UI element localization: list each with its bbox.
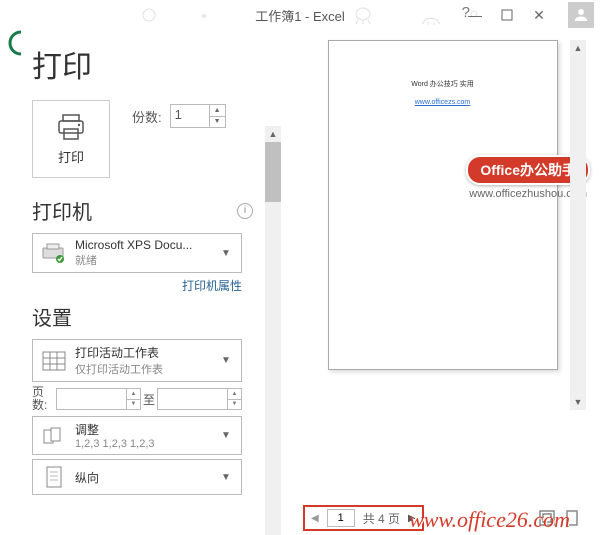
scroll-thumb[interactable] xyxy=(265,142,281,202)
pages-to-label: 至 xyxy=(143,391,155,408)
collate-dropdown[interactable]: 调整 1,2,3 1,2,3 1,2,3 ▼ xyxy=(32,416,242,455)
chevron-down-icon: ▼ xyxy=(217,430,235,441)
page-title: 打印 xyxy=(32,42,285,86)
preview-scrollbar[interactable]: ▲ ▼ xyxy=(570,40,586,410)
scroll-up-arrow[interactable]: ▲ xyxy=(265,126,281,142)
chevron-down-icon: ▼ xyxy=(217,248,235,259)
restore-button[interactable] xyxy=(494,5,520,25)
preview-text-1: Word 办公技巧 实用 xyxy=(411,79,474,89)
print-button-label: 打印 xyxy=(58,147,84,166)
copies-spinner[interactable]: 1 ▲▼ xyxy=(170,104,226,128)
scroll-up-arrow[interactable]: ▲ xyxy=(570,40,586,56)
print-button[interactable]: 打印 xyxy=(32,100,110,178)
printer-dropdown[interactable]: Microsoft XPS Docu... 就绪 ▼ xyxy=(32,233,242,273)
copies-label: 份数: xyxy=(132,107,162,126)
printer-properties-link[interactable]: 打印机属性 xyxy=(32,277,242,294)
settings-scrollbar[interactable]: ▲ xyxy=(265,126,281,535)
chevron-up-icon[interactable]: ▲ xyxy=(210,105,225,117)
collate-icon xyxy=(39,423,69,449)
print-scope-dropdown[interactable]: 打印活动工作表 仅打印活动工作表 ▼ xyxy=(32,339,242,382)
close-button[interactable]: ✕ xyxy=(526,5,552,25)
page-from-input[interactable]: ▲▼ xyxy=(56,388,141,410)
page-nav-highlight: ◀ 共 4 页 ▶ xyxy=(303,505,424,531)
copies-value[interactable]: 1 xyxy=(171,105,209,127)
chevron-down-icon[interactable]: ▼ xyxy=(210,117,225,128)
printer-icon xyxy=(55,113,87,141)
page-total-label: 共 4 页 xyxy=(363,510,400,527)
print-scope-line1: 打印活动工作表 xyxy=(75,344,217,361)
orientation-portrait-icon xyxy=(39,464,69,490)
printer-section-title: 打印机 xyxy=(32,196,92,225)
pages-label: 页数: xyxy=(32,386,54,412)
printer-name: Microsoft XPS Docu... xyxy=(75,238,217,252)
account-avatar[interactable] xyxy=(568,2,594,28)
print-preview-page: Word 办公技巧 实用 www.officezs.com xyxy=(328,40,558,370)
footer-watermark: www.office26.com xyxy=(409,507,570,533)
chevron-down-icon: ▼ xyxy=(217,355,235,366)
print-scope-line2: 仅打印活动工作表 xyxy=(75,361,217,377)
current-page-input[interactable] xyxy=(327,509,355,527)
sheet-icon xyxy=(39,348,69,374)
page-to-input[interactable]: ▲▼ xyxy=(157,388,242,410)
scroll-down-arrow[interactable]: ▼ xyxy=(570,394,586,410)
collate-line1: 调整 xyxy=(75,421,217,438)
window-title: 工作簿1 - Excel xyxy=(255,6,345,25)
minimize-button[interactable]: ― xyxy=(462,5,488,25)
preview-text-2: www.officezs.com xyxy=(415,99,471,106)
orientation-dropdown[interactable]: 纵向 ▼ xyxy=(32,459,242,495)
printer-status: 就绪 xyxy=(75,252,217,268)
info-icon[interactable]: i xyxy=(237,203,253,219)
collate-line2: 1,2,3 1,2,3 1,2,3 xyxy=(75,438,217,450)
prev-page-button[interactable]: ◀ xyxy=(311,513,319,524)
orientation-line1: 纵向 xyxy=(75,469,217,486)
chevron-down-icon: ▼ xyxy=(217,472,235,483)
settings-section-title: 设置 xyxy=(32,302,72,331)
printer-device-icon xyxy=(39,240,69,266)
